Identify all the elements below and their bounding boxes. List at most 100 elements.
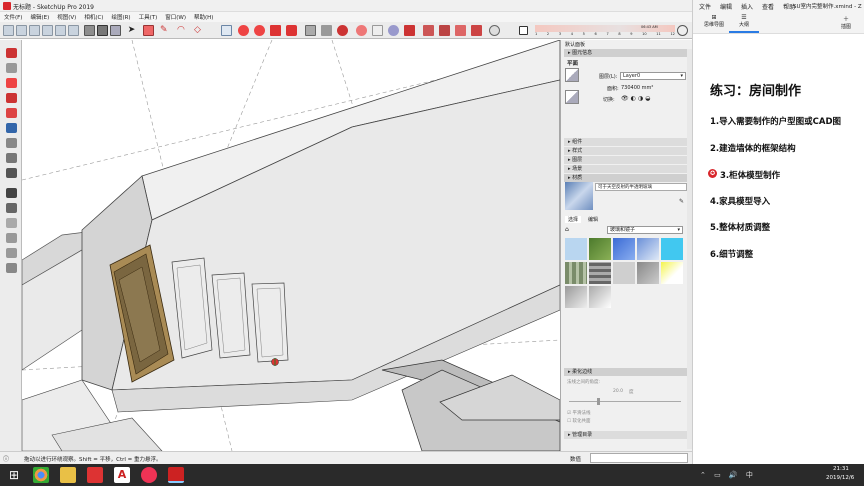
push-pull-icon[interactable] (221, 25, 232, 36)
autocad-icon[interactable]: A (114, 467, 130, 483)
swatch-glass-5[interactable] (661, 238, 683, 260)
swatch-glass-1[interactable] (565, 238, 587, 260)
swatch-glass-3[interactable] (613, 238, 635, 260)
xmind-taskbar-icon[interactable] (87, 467, 103, 483)
tab-edit[interactable]: 编辑 (585, 216, 601, 223)
menu-draw[interactable]: 绘图(R) (107, 13, 134, 21)
hidden-line-icon[interactable] (110, 25, 121, 36)
large-move-icon[interactable] (6, 48, 17, 58)
xm-menu-edit[interactable]: 编辑 (720, 2, 732, 11)
home-icon[interactable]: ⌂ (565, 226, 569, 233)
angle-slider[interactable] (569, 401, 681, 402)
angle-slider-thumb[interactable] (597, 398, 600, 405)
info-icon[interactable]: ⓘ (3, 454, 9, 463)
measurement-input[interactable] (590, 453, 688, 463)
swatch-glass-4[interactable] (637, 238, 659, 260)
tape-measure-icon[interactable] (305, 25, 316, 36)
large-paint-icon[interactable] (6, 263, 17, 273)
large-rectangle-icon[interactable] (6, 93, 17, 103)
swatch-mirror-2[interactable] (589, 286, 611, 308)
text-icon[interactable] (321, 25, 332, 36)
tab-illustration[interactable]: ＋ 插图 (841, 14, 851, 30)
outliner-header[interactable]: 管理目录 (564, 431, 690, 439)
large-zoom-icon[interactable] (6, 218, 17, 228)
scenes-header[interactable]: 场景 (564, 165, 690, 173)
materials-header[interactable]: 材质 (564, 174, 690, 182)
system-tray-icons[interactable]: ⌃ ▭ 🔊 中 (700, 470, 756, 480)
outline-item-2[interactable]: 2.建造墙体的框架结构 (710, 142, 796, 154)
material-name-field[interactable]: 可于天空反射的半透明玻璃 (595, 183, 687, 191)
large-look-icon[interactable] (6, 203, 17, 213)
menu-help[interactable]: 帮助(H) (190, 13, 217, 21)
large-tape-icon[interactable] (6, 138, 17, 148)
soften-coplanar-checkbox[interactable]: ☐ 软化共面 (567, 418, 590, 424)
swatch-glass-10[interactable] (661, 262, 683, 284)
large-pan-icon[interactable] (6, 248, 17, 258)
pan-icon[interactable] (372, 25, 383, 36)
top-view-icon[interactable] (16, 25, 27, 36)
menu-window[interactable]: 窗口(W) (161, 13, 190, 21)
material-collection-select[interactable]: 玻璃和镜子 ▾ (607, 226, 683, 234)
entity-info-header[interactable]: 图元信息 (564, 49, 690, 57)
styles-header[interactable]: 样式 (564, 147, 690, 155)
back-material-swatch[interactable] (565, 90, 579, 104)
eyedropper-icon[interactable]: ✎ (679, 198, 684, 205)
select-arrow-icon[interactable]: ➤ (126, 25, 137, 36)
outline-item-4[interactable]: 4.家具模型导入 (710, 195, 770, 207)
layers-header[interactable]: 图层 (564, 156, 690, 164)
swatch-glass-9[interactable] (637, 262, 659, 284)
menu-camera[interactable]: 相机(C) (80, 13, 107, 21)
outline-item-1[interactable]: 1.导入需要制作的户型图或CAD图 (710, 115, 841, 127)
components-header[interactable]: 组件 (564, 138, 690, 146)
sketchup-taskbar-icon[interactable] (168, 467, 184, 483)
back-view-icon[interactable] (55, 25, 66, 36)
zoom-extents-icon[interactable] (404, 25, 415, 36)
swatch-glass-6[interactable] (565, 262, 587, 284)
line-tool-icon[interactable]: ✎ (160, 25, 171, 36)
xray-icon[interactable] (84, 25, 95, 36)
tab-mindmap[interactable]: ⊞ 思维导图 (701, 14, 727, 28)
paint-bucket-icon[interactable] (337, 25, 348, 36)
outline-item-6[interactable]: 6.细节调整 (710, 248, 753, 260)
start-icon[interactable]: ⊞ (6, 467, 22, 483)
large-circle-icon[interactable] (6, 108, 17, 118)
xm-menu-view[interactable]: 查看 (762, 2, 774, 11)
iso-view-icon[interactable] (3, 25, 14, 36)
outline-item-5[interactable]: 5.整体材质调整 (710, 221, 770, 233)
layer-select[interactable]: Layer0 ▾ (620, 72, 686, 80)
app-icon[interactable] (141, 467, 157, 483)
right-view-icon[interactable] (42, 25, 53, 36)
orbit-icon[interactable] (356, 25, 367, 36)
xm-menu-insert[interactable]: 插入 (741, 2, 753, 11)
swatch-glass-7[interactable] (589, 262, 611, 284)
menu-edit[interactable]: 编辑(E) (26, 13, 53, 21)
large-walk-icon[interactable] (6, 188, 17, 198)
scale-icon[interactable] (270, 25, 281, 36)
swatch-glass-2[interactable] (589, 238, 611, 260)
shadow-toggle-icon[interactable] (519, 26, 528, 35)
front-material-swatch[interactable] (565, 68, 579, 82)
large-pushpull-icon[interactable] (6, 123, 17, 133)
toggle-icons[interactable]: 👁◐◑◒ (621, 95, 652, 102)
arc-tool-icon[interactable]: ◠ (177, 25, 188, 36)
layout-icon[interactable] (471, 25, 482, 36)
menu-tools[interactable]: 工具(T) (135, 13, 162, 21)
tab-outline[interactable]: ☰ 大纲 (733, 14, 755, 28)
shape-tool-icon[interactable]: ◇ (194, 25, 205, 36)
3d-viewport[interactable] (22, 40, 560, 451)
swatch-mirror-1[interactable] (565, 286, 587, 308)
large-orbit-icon[interactable] (6, 233, 17, 243)
rotate-icon[interactable] (254, 25, 265, 36)
move-icon[interactable] (238, 25, 249, 36)
extension-icon[interactable] (439, 25, 450, 36)
left-view-icon[interactable] (68, 25, 79, 36)
chrome-icon[interactable] (33, 467, 49, 483)
user-account-icon[interactable] (489, 25, 500, 36)
large-text-icon[interactable] (6, 153, 17, 163)
eraser-icon[interactable] (143, 25, 154, 36)
large-eraser-icon[interactable] (6, 78, 17, 88)
soften-edges-header[interactable]: 柔化边线 (564, 368, 690, 376)
warehouse-icon[interactable] (423, 25, 434, 36)
share-model-icon[interactable] (455, 25, 466, 36)
zoom-icon[interactable] (388, 25, 399, 36)
